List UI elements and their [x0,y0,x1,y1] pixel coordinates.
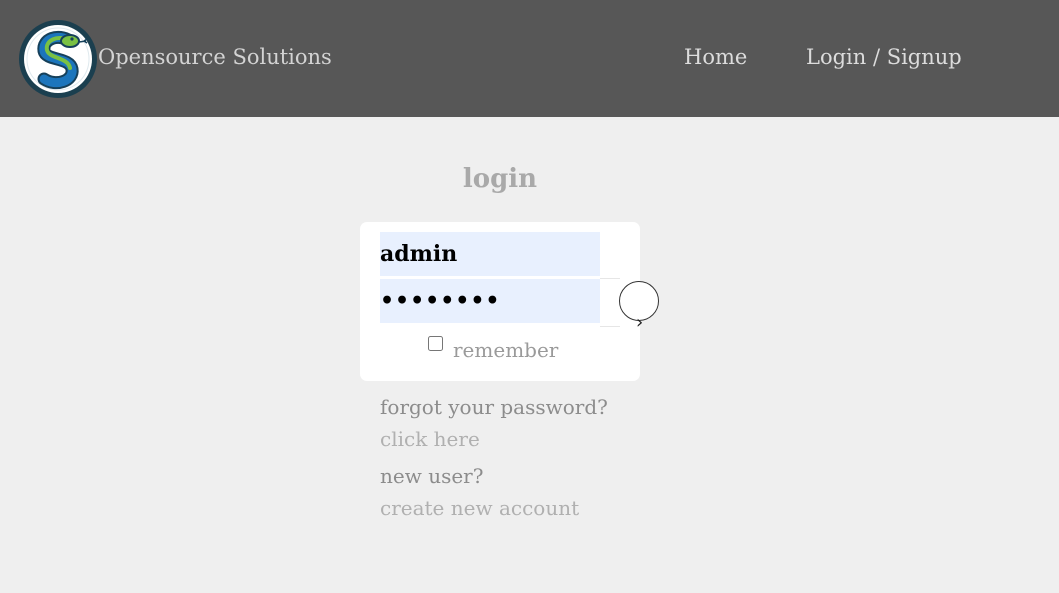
navbar: Opensource Solutions Home Login / Signup [0,0,1059,117]
password-input[interactable] [380,279,600,325]
brand-name[interactable]: Opensource Solutions [98,45,332,69]
create-account-link[interactable]: create new account [380,496,579,520]
field-divider [600,326,620,327]
field-divider [600,278,620,279]
remember-label: remember [453,338,559,362]
page-title: login [462,164,538,194]
login-form: › remember [360,222,659,381]
nav-home-link[interactable]: Home [684,45,747,69]
nav-login-signup-link[interactable]: Login / Signup [806,45,962,69]
forgot-password-link[interactable]: click here [380,427,480,451]
chevron-right-icon: › [636,312,644,333]
username-input[interactable] [380,232,600,278]
snake-logo-icon[interactable] [18,19,98,99]
remember-checkbox[interactable] [428,336,443,351]
forgot-password-text: forgot your password? [380,395,608,419]
new-user-text: new user? [380,464,484,488]
